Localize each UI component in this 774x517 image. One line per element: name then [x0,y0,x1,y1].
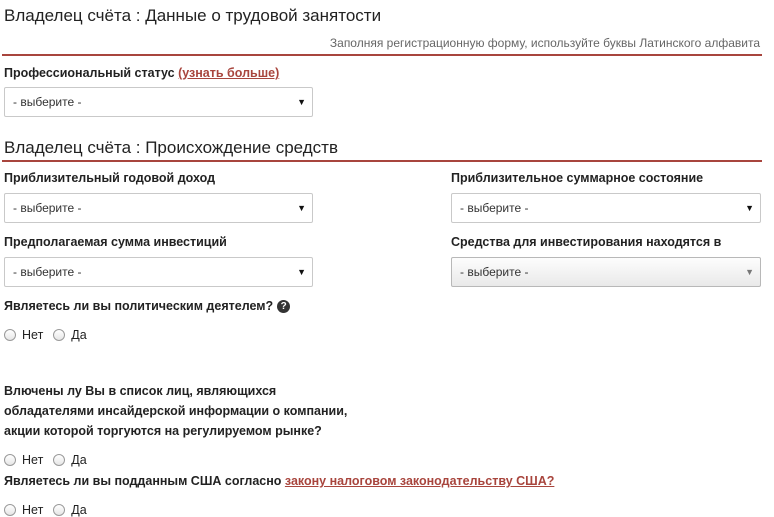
dropdown-arrow-icon: ▼ [297,203,306,213]
annual-income-select[interactable]: - выберите - ▼ [4,193,313,223]
latin-hint: Заполняя регистрационную форму, использу… [329,36,760,50]
us-tax-law-link[interactable]: закону налоговом законодательству США? [285,474,554,488]
total-wealth-select[interactable]: - выберите - ▼ [451,193,761,223]
prof-status-select[interactable]: - выберите - ▼ [4,87,313,117]
select-value: - выберите - [460,201,529,215]
total-wealth-label: Приблизительное суммарное состояние [451,171,704,185]
investment-amount-label: Предполагаемая сумма инвестиций [4,235,227,249]
radio-yes[interactable] [53,504,66,516]
dropdown-arrow-icon: ▼ [297,97,306,107]
annual-income-label: Приблизительный годовой доход [4,171,216,185]
radio-label-yes: Да [71,503,87,517]
prof-status-label: Профессиональный статус (узнать больше) [4,66,280,80]
us-radio-group: Нет Да [4,503,97,517]
us-question-label: Являетесь ли вы подданным США согласно з… [4,474,555,488]
dropdown-arrow-icon: ▼ [745,267,754,277]
select-value: - выберите - [13,265,82,279]
funds-location-select[interactable]: - выберите - ▼ [451,257,761,287]
select-value: - выберите - [13,201,82,215]
insider-question-label: Влючены лу Вы в список лиц, являющихся о… [4,384,348,438]
help-icon[interactable]: ? [277,300,291,314]
select-value: - выберите - [460,265,529,279]
learn-more-link[interactable]: (узнать больше) [178,66,279,80]
insider-radio-group: Нет Да [4,453,97,467]
radio-label-yes: Да [71,328,87,342]
radio-yes[interactable] [53,454,66,466]
section-title-employment: Владелец счёта : Данные о трудовой занят… [4,6,382,25]
section-divider [2,54,762,56]
radio-no[interactable] [4,454,16,466]
funds-location-label: Средства для инвестирования находятся в [451,235,722,249]
radio-label-yes: Да [71,453,87,467]
investment-amount-select[interactable]: - выберите - ▼ [4,257,313,287]
pep-question-label: Являетесь ли вы политическим деятелем?? [4,299,291,314]
radio-yes[interactable] [53,329,66,341]
dropdown-arrow-icon: ▼ [745,203,754,213]
select-value: - выберите - [13,95,82,109]
pep-radio-group: Нет Да [4,328,97,342]
radio-no[interactable] [4,504,16,516]
section-title-funds-origin: Владелец счёта : Происхождение средств [4,138,338,157]
radio-label-no: Нет [22,328,44,342]
radio-no[interactable] [4,329,16,341]
radio-label-no: Нет [22,503,44,517]
radio-label-no: Нет [22,453,44,467]
section-divider [2,160,762,162]
dropdown-arrow-icon: ▼ [297,267,306,277]
